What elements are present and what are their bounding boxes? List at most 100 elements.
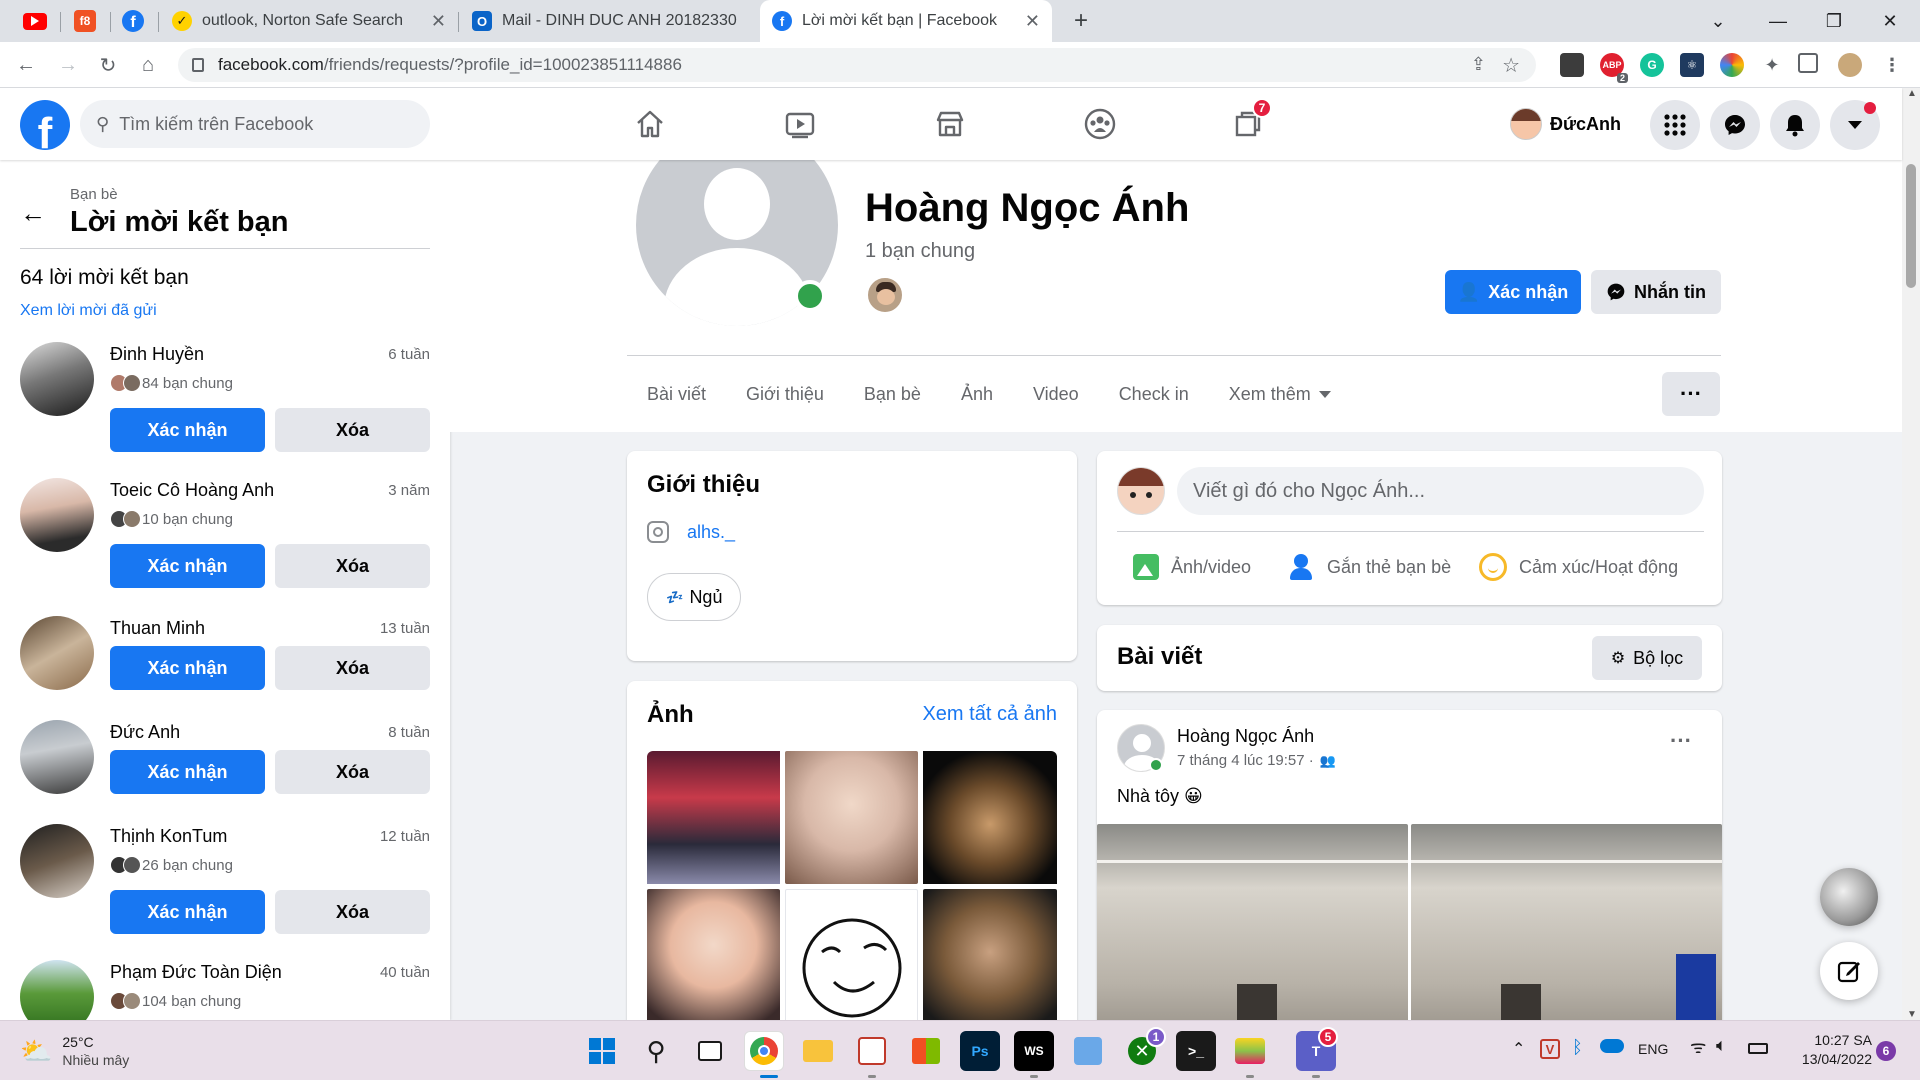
request-item[interactable]: Thịnh KonTum 12 tuần 26 bạn chung Xác nh…	[20, 824, 430, 944]
taskbar-bluestacks[interactable]	[1230, 1031, 1270, 1071]
back-button[interactable]: ←	[8, 42, 44, 88]
close-tab-icon[interactable]: ✕	[431, 11, 446, 32]
photo-thumbnail[interactable]	[785, 751, 918, 884]
sent-requests-link[interactable]: Xem lời mời đã gửi	[20, 302, 157, 320]
extensions-puzzle-icon[interactable]: ✦	[1760, 53, 1784, 77]
photo-video-button[interactable]: Ảnh/video	[1133, 543, 1251, 591]
bluetooth-icon[interactable]: ᛒ	[1572, 1037, 1583, 1058]
bookmark-star-icon[interactable]: ☆	[1502, 53, 1520, 78]
wifi-icon[interactable]: ᯤ	[1690, 1035, 1706, 1059]
mutual-friends-count[interactable]: 1 bạn chung	[865, 240, 975, 263]
onedrive-icon[interactable]	[1600, 1039, 1624, 1053]
avatar[interactable]	[20, 342, 94, 416]
adblock-icon[interactable]: ABP 2	[1600, 53, 1628, 83]
side-panel-icon[interactable]	[1798, 53, 1818, 73]
page-scrollbar[interactable]: ▲ ▼	[1902, 88, 1920, 1020]
mutual-friend-avatar[interactable]	[866, 276, 904, 314]
notification-center-badge[interactable]: 6	[1876, 1041, 1896, 1061]
close-tab-icon[interactable]: ✕	[1025, 11, 1040, 32]
tab-videos[interactable]: Video	[1013, 364, 1099, 424]
delete-button[interactable]: Xóa	[275, 890, 430, 934]
taskbar-teams[interactable]: T5	[1296, 1027, 1338, 1071]
delete-button[interactable]: Xóa	[275, 646, 430, 690]
avatar[interactable]	[20, 720, 94, 794]
confirm-button[interactable]: Xác nhận	[110, 750, 265, 794]
taskbar-snipping[interactable]	[852, 1031, 892, 1071]
confirm-button[interactable]: Xác nhận	[110, 890, 265, 934]
home-button[interactable]: ⌂	[130, 42, 166, 88]
nav-groups[interactable]	[1070, 100, 1130, 148]
arrow-left-icon[interactable]: ←	[20, 198, 46, 229]
chat-head-avatar[interactable]	[1820, 868, 1878, 926]
facebook-search[interactable]: ⚲	[80, 100, 430, 148]
avatar[interactable]	[1117, 467, 1165, 515]
see-all-photos-link[interactable]: Xem tất cả ảnh	[922, 703, 1057, 726]
weather-widget[interactable]: ⛅ 25°C Nhiều mây	[20, 1031, 129, 1071]
instagram-link[interactable]: alhs._	[687, 522, 735, 543]
scroll-up-icon[interactable]: ▲	[1907, 88, 1917, 99]
tab-search-button[interactable]: ⌄	[1690, 0, 1746, 42]
taskbar-terminal[interactable]: >_	[1176, 1031, 1216, 1071]
chevron-up-icon[interactable]: ⌃	[1512, 1039, 1525, 1059]
tab-mail[interactable]: O Mail - DINH DUC ANH 20182330	[460, 0, 758, 42]
avatar[interactable]	[20, 616, 94, 690]
facebook-pinned-tab[interactable]: f	[112, 0, 154, 42]
start-button[interactable]	[582, 1031, 622, 1071]
scroll-down-icon[interactable]: ▼	[1907, 1009, 1917, 1020]
color-picker-icon[interactable]	[1720, 53, 1744, 77]
minimize-button[interactable]: —	[1750, 0, 1806, 42]
tab-more[interactable]: Xem thêm	[1209, 364, 1351, 424]
photo-thumbnail[interactable]	[785, 889, 918, 1029]
nav-gaming[interactable]: 7	[1218, 98, 1278, 148]
feeling-activity-button[interactable]: Cảm xúc/Hoạt động	[1479, 543, 1678, 591]
photo-thumbnail[interactable]	[647, 889, 780, 1029]
nav-marketplace[interactable]	[920, 100, 980, 148]
reload-button[interactable]: ↻	[90, 42, 126, 88]
confirm-button[interactable]: Xác nhận	[110, 646, 265, 690]
nav-home[interactable]	[620, 100, 680, 148]
maximize-button[interactable]: ❐	[1806, 0, 1862, 42]
f8-tab[interactable]: f8	[64, 0, 106, 42]
request-item[interactable]: Thuan Minh 13 tuần Xác nhận Xóa	[20, 616, 430, 716]
delete-button[interactable]: Xóa	[275, 544, 430, 588]
taskbar-xbox[interactable]: ✕ 1	[1122, 1027, 1166, 1071]
confirm-button[interactable]: Xác nhận	[110, 408, 265, 452]
mutual-friends[interactable]: 84 bạn chung	[110, 374, 233, 392]
chrome-profile-avatar[interactable]	[1838, 53, 1862, 77]
tab-facebook-active[interactable]: f Lời mời kết bạn | Facebook ✕	[760, 0, 1052, 42]
battery-icon[interactable]	[1748, 1043, 1768, 1054]
react-devtools-icon[interactable]: ⚛	[1680, 53, 1704, 77]
request-item[interactable]: Đinh Huyền 6 tuần 84 bạn chung Xác nhận …	[20, 342, 430, 462]
tab-about[interactable]: Giới thiệu	[726, 364, 844, 424]
account-button[interactable]	[1830, 100, 1880, 150]
grammarly-icon[interactable]: G	[1640, 53, 1664, 77]
photo-thumbnail[interactable]	[647, 751, 780, 884]
tray-app-icon[interactable]: V	[1540, 1039, 1560, 1059]
filter-button[interactable]: ⚙ Bộ lọc	[1592, 636, 1702, 680]
more-options-button[interactable]: ···	[1662, 372, 1720, 416]
task-view-button[interactable]	[690, 1031, 730, 1071]
confirm-button[interactable]: Xác nhận	[110, 544, 265, 588]
taskbar-photoshop[interactable]: Ps	[960, 1031, 1000, 1071]
forward-button[interactable]: →	[50, 42, 86, 88]
tab-friends[interactable]: Bạn bè	[844, 364, 941, 424]
post-author[interactable]: Hoàng Ngọc Ánh	[1177, 726, 1314, 747]
confirm-friend-button[interactable]: 👤 Xác nhận	[1445, 270, 1581, 314]
avatar[interactable]	[20, 478, 94, 552]
new-message-button[interactable]	[1820, 942, 1878, 1000]
tab-checkins[interactable]: Check in	[1099, 364, 1209, 424]
taskbar-file-explorer[interactable]	[798, 1031, 838, 1071]
taskbar-chrome[interactable]	[744, 1031, 784, 1071]
composer-input[interactable]: Viết gì đó cho Ngọc Ánh...	[1177, 467, 1704, 515]
post-time[interactable]: 7 tháng 4 lúc 19:57 · 👥	[1177, 752, 1336, 769]
tab-norton[interactable]: ✓ outlook, Norton Safe Search ✕	[160, 0, 458, 42]
notifications-button[interactable]	[1770, 100, 1820, 150]
new-tab-button[interactable]: +	[1060, 0, 1102, 42]
taskbar-app[interactable]	[1068, 1031, 1108, 1071]
breadcrumb[interactable]: Bạn bè	[70, 186, 118, 203]
share-icon[interactable]: ⇪	[1471, 54, 1486, 75]
address-bar[interactable]: facebook.com/friends/requests/?profile_i…	[178, 48, 1536, 82]
tab-photos[interactable]: Ảnh	[941, 364, 1013, 424]
avatar[interactable]	[20, 960, 94, 1020]
messenger-button[interactable]	[1710, 100, 1760, 150]
